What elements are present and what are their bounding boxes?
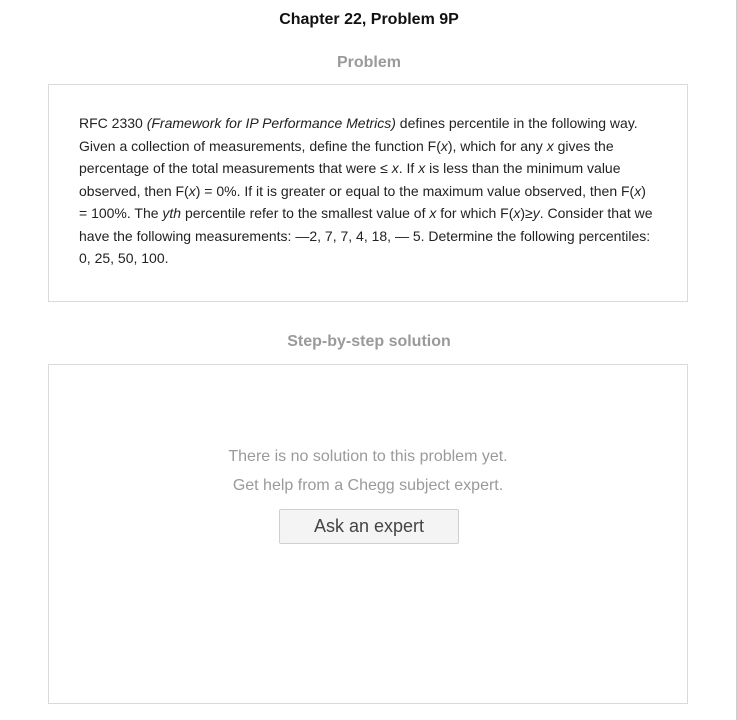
- problem-text: RFC 2330 (Framework for IP Performance M…: [79, 112, 657, 270]
- problem-text-segment: )≥: [520, 205, 533, 221]
- expert-help-line: Get help from a Chegg subject expert.: [232, 477, 504, 494]
- solution-heading: Step-by-step solution: [287, 333, 451, 350]
- problem-text-segment: . If: [398, 160, 419, 176]
- problem-text-italic: x: [391, 160, 399, 176]
- problem-text-italic: x: [188, 182, 196, 199]
- problem-text-italic: y: [532, 205, 540, 221]
- problem-text-segment: ), which for any: [447, 137, 547, 154]
- no-solution-line: There is no solution to this problem yet…: [228, 448, 508, 465]
- solution-panel: There is no solution to this problem yet…: [48, 364, 688, 704]
- problem-text-segment: ) = 0%. If it is greater or equal to the…: [195, 182, 635, 199]
- ask-an-expert-button[interactable]: Ask an expert: [279, 509, 459, 544]
- no-solution-message: There is no solution to this problem yet…: [49, 442, 687, 500]
- problem-panel: RFC 2330 (Framework for IP Performance M…: [48, 84, 688, 302]
- problem-text-segment: percentile refer to the smallest value o…: [181, 205, 430, 221]
- problem-text-italic: yth: [162, 205, 182, 221]
- problem-text-italic: x: [440, 137, 448, 154]
- problem-text-segment: RFC 2330: [79, 115, 147, 131]
- problem-text-italic: (Framework for IP Performance Metrics): [146, 115, 396, 131]
- problem-text-italic: x: [546, 137, 554, 154]
- problem-text-segment: for which F(: [436, 205, 514, 221]
- chapter-title: Chapter 22, Problem 9P: [279, 11, 459, 28]
- problem-heading: Problem: [336, 54, 401, 71]
